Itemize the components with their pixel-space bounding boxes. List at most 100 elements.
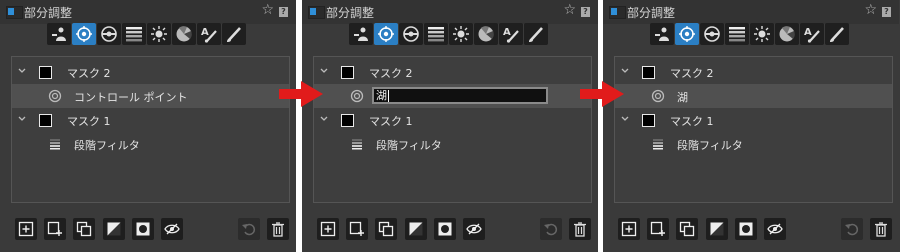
mask-row[interactable]: マスク 1 <box>615 108 892 132</box>
undo-icon <box>242 223 256 236</box>
control-point-icon <box>378 26 394 42</box>
mask-row[interactable]: マスク 2 <box>12 60 289 84</box>
eye-off-icon <box>767 223 783 235</box>
circle-square-button[interactable] <box>132 218 154 240</box>
chevron-down-icon[interactable] <box>18 115 26 123</box>
half-square-button[interactable] <box>706 218 728 240</box>
trash-button[interactable] <box>870 218 892 240</box>
fan-icon <box>176 26 192 42</box>
duplicate-button[interactable] <box>73 218 95 240</box>
duplicate-button[interactable] <box>676 218 698 240</box>
tool-button[interactable] <box>72 23 96 45</box>
add-sub-button[interactable] <box>346 218 368 240</box>
trash-button[interactable] <box>569 218 591 240</box>
help-icon[interactable]: ? <box>882 7 891 17</box>
tool-button[interactable] <box>449 23 473 45</box>
star-icon[interactable]: ☆ <box>563 3 576 17</box>
list-item[interactable]: コントロール ポイント <box>12 84 289 108</box>
mask-row[interactable]: マスク 1 <box>12 108 289 132</box>
tool-button[interactable] <box>424 23 448 45</box>
trash-button[interactable] <box>267 218 289 240</box>
bottom-toolbar <box>11 218 293 242</box>
tool-button[interactable] <box>147 23 171 45</box>
tool-toolbar: A <box>650 23 849 45</box>
tool-button[interactable] <box>349 23 373 45</box>
tool-button[interactable] <box>524 23 548 45</box>
mask-checkbox[interactable] <box>642 114 655 127</box>
list-item[interactable]: 湖 <box>314 84 591 108</box>
tool-button[interactable]: A <box>800 23 824 45</box>
bottom-toolbar <box>313 218 595 242</box>
chevron-down-icon[interactable] <box>621 115 629 123</box>
star-icon[interactable]: ☆ <box>864 3 877 17</box>
tool-button[interactable] <box>675 23 699 45</box>
tool-button[interactable] <box>825 23 849 45</box>
mask-list: マスク 2 コントロール ポイント マスク 1 段階フィルタ <box>11 56 290 203</box>
panel-title: 部分調整 <box>326 6 375 20</box>
tool-button[interactable] <box>97 23 121 45</box>
rename-input[interactable]: 湖 <box>372 87 548 104</box>
chevron-down-icon[interactable] <box>320 67 328 75</box>
tool-button[interactable]: A <box>197 23 221 45</box>
tool-button[interactable] <box>47 23 71 45</box>
mask-row[interactable]: マスク 2 <box>615 60 892 84</box>
circle-square-button[interactable] <box>434 218 456 240</box>
tool-button[interactable] <box>122 23 146 45</box>
add-button[interactable] <box>15 218 37 240</box>
add-sub-button[interactable] <box>44 218 66 240</box>
list-item[interactable]: 段階フィルタ <box>615 132 892 156</box>
list-item[interactable]: 湖 <box>615 84 892 108</box>
circle-target-icon <box>403 26 419 42</box>
mask-row[interactable]: マスク 2 <box>314 60 591 84</box>
help-icon[interactable]: ? <box>581 7 590 17</box>
add-button[interactable] <box>618 218 640 240</box>
undo-button[interactable] <box>841 218 863 240</box>
tool-button[interactable] <box>474 23 498 45</box>
add-button[interactable] <box>317 218 339 240</box>
mask-checkbox[interactable] <box>341 66 354 79</box>
eye-off-button[interactable] <box>161 218 183 240</box>
help-icon[interactable]: ? <box>279 7 288 17</box>
chevron-down-icon[interactable] <box>320 115 328 123</box>
add-sub-button[interactable] <box>647 218 669 240</box>
tool-button[interactable] <box>725 23 749 45</box>
star-icon[interactable]: ☆ <box>261 3 274 17</box>
chevron-down-icon[interactable] <box>18 67 26 75</box>
mask-checkbox[interactable] <box>39 66 52 79</box>
mask-checkbox[interactable] <box>341 114 354 127</box>
duplicate-button[interactable] <box>375 218 397 240</box>
eye-off-icon <box>466 223 482 235</box>
mask-row[interactable]: マスク 1 <box>314 108 591 132</box>
half-square-button[interactable] <box>405 218 427 240</box>
undo-button[interactable] <box>238 218 260 240</box>
tool-button[interactable]: A <box>499 23 523 45</box>
circle-square-button[interactable] <box>735 218 757 240</box>
sun-icon <box>754 26 770 42</box>
tool-button[interactable] <box>172 23 196 45</box>
mask-checkbox[interactable] <box>642 66 655 79</box>
mask-checkbox[interactable] <box>39 114 52 127</box>
eye-off-button[interactable] <box>463 218 485 240</box>
trash-icon <box>272 222 284 237</box>
half-square-button[interactable] <box>103 218 125 240</box>
chevron-down-icon[interactable] <box>621 67 629 75</box>
undo-button[interactable] <box>540 218 562 240</box>
panel-3: 部分調整 ☆ ? A マスク 2 湖 マスク 1 段階フィルタ <box>603 0 900 252</box>
tool-button[interactable] <box>775 23 799 45</box>
tool-button[interactable] <box>222 23 246 45</box>
list-item[interactable]: 段階フィルタ <box>12 132 289 156</box>
tool-button[interactable] <box>399 23 423 45</box>
tool-button[interactable] <box>700 23 724 45</box>
tool-toolbar: A <box>47 23 246 45</box>
tool-button[interactable] <box>650 23 674 45</box>
text-brush-icon: A <box>503 27 519 43</box>
panel-icon <box>308 6 325 19</box>
trash-icon <box>574 222 586 237</box>
tool-button[interactable] <box>374 23 398 45</box>
tool-button[interactable] <box>750 23 774 45</box>
control-point-icon <box>679 26 695 42</box>
control-point-icon <box>48 89 62 103</box>
item-label: コントロール ポイント <box>74 91 188 104</box>
list-item[interactable]: 段階フィルタ <box>314 132 591 156</box>
eye-off-button[interactable] <box>764 218 786 240</box>
